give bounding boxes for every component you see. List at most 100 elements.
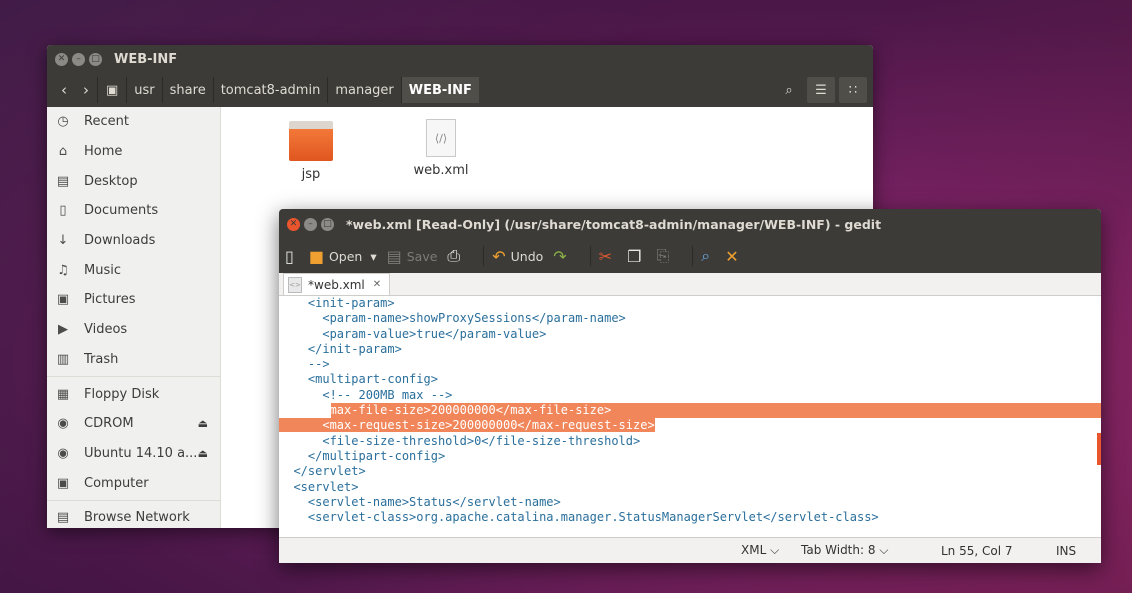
scrollbar-thumb[interactable] — [1097, 433, 1101, 465]
toolbar-separator — [483, 246, 485, 266]
selected-code-line: <max-request-size>200000000</max-request… — [279, 418, 655, 433]
sidebar-item-trash[interactable]: ▥ Trash — [47, 345, 220, 375]
save-label: Save — [406, 248, 438, 264]
sidebar-item-home[interactable]: ⌂ Home — [47, 137, 220, 167]
tab-web-xml[interactable]: <> *web.xml ✕ — [283, 273, 391, 295]
sidebar-item-floppy[interactable]: ▦ Floppy Disk — [47, 379, 220, 409]
gedit-window[interactable]: ✕ – □ *web.xml [Read-Only] (/usr/share/t… — [279, 209, 1101, 563]
tab-width-label: Tab Width: 8 — [801, 543, 876, 557]
minimize-icon[interactable]: – — [72, 52, 85, 66]
copy-icon: ❐ — [627, 246, 642, 266]
sidebar-label: Home — [84, 144, 123, 160]
code-line: <param-name>showProxySessions</param-nam… — [279, 311, 626, 326]
sidebar-label: Floppy Disk — [84, 386, 160, 402]
new-document-button[interactable]: ▯ — [285, 247, 299, 266]
forward-button[interactable]: › — [75, 77, 97, 103]
gedit-toolbar: ▯ ■ Open ▾ ▤ Save ⎙ ↶ Undo ↷ ✂ ❐ ⎘ ⌕ ✕ — [279, 239, 1101, 273]
downloads-icon: ↓ — [57, 233, 69, 249]
code-line: <file-size-threshold>0</file-size-thresh… — [279, 433, 641, 448]
sidebar-item-computer[interactable]: ▣ Computer — [47, 468, 220, 498]
sidebar-item-cdrom[interactable]: ◉ CDROM ⏏ — [47, 409, 220, 439]
documents-icon: ▯ — [59, 203, 67, 219]
eject-icon[interactable]: ⏏ — [198, 417, 208, 430]
sidebar-item-desktop[interactable]: ▤ Desktop — [47, 166, 220, 196]
breadcrumb-usr[interactable]: usr — [126, 77, 161, 103]
find-button[interactable]: ⌕ — [701, 246, 715, 266]
breadcrumb-manager[interactable]: manager — [327, 77, 400, 103]
sidebar-item-recent[interactable]: ◷ Recent — [47, 107, 220, 137]
list-view-icon[interactable]: ☰ — [807, 77, 835, 103]
root-crumb[interactable]: ▣ — [97, 77, 126, 103]
chevron-down-icon: ⌵ — [879, 543, 889, 557]
paste-button[interactable]: ⎘ — [656, 246, 674, 266]
files-titlebar[interactable]: ✕ – □ WEB-INF — [47, 45, 873, 73]
close-icon[interactable]: ✕ — [55, 52, 68, 66]
folder-icon — [289, 121, 333, 161]
undo-button[interactable]: ↶ Undo — [492, 247, 543, 266]
sidebar-label: Browse Network — [84, 510, 190, 526]
sidebar-item-videos[interactable]: ▶ Videos — [47, 315, 220, 345]
sidebar-item-pictures[interactable]: ▣ Pictures — [47, 285, 220, 315]
open-button[interactable]: ■ Open ▾ — [309, 247, 377, 266]
file-item-web-xml[interactable]: ⟨/⟩ web.xml — [401, 119, 481, 178]
code-editor[interactable]: <init-param> <param-name>showProxySessio… — [279, 296, 1101, 538]
replace-icon: ✕ — [725, 246, 739, 266]
breadcrumb-web-inf[interactable]: WEB-INF — [400, 77, 479, 103]
save-button[interactable]: ▤ Save — [387, 247, 438, 266]
sidebar-label: CDROM — [84, 416, 134, 432]
sidebar-item-ubuntu-disc[interactable]: ◉ Ubuntu 14.10 a... ⏏ — [47, 439, 220, 469]
minimize-icon[interactable]: – — [304, 217, 317, 231]
sidebar-label: Ubuntu 14.10 a... — [84, 445, 198, 461]
network-icon: ▤ — [56, 510, 70, 526]
undo-label: Undo — [510, 248, 544, 264]
clock-icon: ◷ — [57, 114, 69, 130]
places-sidebar: ◷ Recent ⌂ Home ▤ Desktop ▯ Documents ↓ Downl… — [47, 107, 221, 528]
sidebar-item-browse-network[interactable]: ▤ Browse Network — [47, 503, 220, 528]
back-button[interactable]: ‹ — [53, 77, 75, 103]
replace-button[interactable]: ✕ — [725, 247, 743, 266]
toolbar-separator — [589, 246, 591, 266]
code-line: <servlet-class>org.apache.catalina.manag… — [279, 510, 879, 525]
search-icon[interactable]: ⌕ — [775, 77, 803, 103]
close-tab-icon[interactable]: ✕ — [373, 279, 381, 290]
sidebar-divider — [47, 376, 220, 378]
files-window-title: WEB-INF — [114, 51, 178, 67]
breadcrumb-tomcat8-admin[interactable]: tomcat8-admin — [212, 77, 328, 103]
code-line: </init-param> — [279, 341, 402, 356]
code-line: <init-param> — [279, 296, 395, 310]
maximize-icon[interactable]: □ — [321, 217, 334, 231]
breadcrumb-share[interactable]: share — [161, 77, 213, 103]
file-name: jsp — [301, 167, 321, 182]
home-icon: ⌂ — [58, 144, 68, 160]
code-line: <servlet> — [279, 479, 359, 494]
music-icon: ♫ — [57, 262, 69, 278]
chevron-down-icon[interactable]: ▾ — [370, 249, 376, 264]
grid-view-icon[interactable]: ∷ — [839, 77, 867, 103]
redo-button[interactable]: ↷ — [553, 247, 571, 266]
file-name: web.xml — [413, 163, 469, 178]
sidebar-item-downloads[interactable]: ↓ Downloads — [47, 226, 220, 256]
sidebar-label: Music — [84, 262, 121, 278]
sidebar-label: Downloads — [84, 233, 156, 249]
sidebar-item-music[interactable]: ♫ Music — [47, 255, 220, 285]
path-bar: ‹ › ▣ usr share tomcat8-admin manager WE… — [47, 73, 873, 108]
floppy-icon: ▦ — [56, 386, 70, 402]
folder-item-jsp[interactable]: jsp — [271, 121, 351, 182]
gedit-titlebar[interactable]: ✕ – □ *web.xml [Read-Only] (/usr/share/t… — [279, 209, 1101, 239]
language-label: XML — [741, 543, 767, 557]
folder-open-icon: ■ — [308, 246, 324, 266]
copy-button[interactable]: ❐ — [627, 247, 646, 266]
maximize-icon[interactable]: □ — [89, 52, 102, 66]
sidebar-label: Documents — [84, 203, 159, 219]
tab-width-selector[interactable]: Tab Width: 8 ⌵ — [801, 543, 888, 558]
desktop-icon: ▤ — [56, 173, 70, 189]
print-button[interactable]: ⎙ — [447, 246, 465, 266]
videos-icon: ▶ — [58, 322, 68, 338]
language-selector[interactable]: XML ⌵ — [741, 543, 779, 558]
drive-icon: ▣ — [106, 82, 119, 98]
gedit-window-title: *web.xml [Read-Only] (/usr/share/tomcat8… — [346, 216, 882, 232]
sidebar-item-documents[interactable]: ▯ Documents — [47, 196, 220, 226]
close-icon[interactable]: ✕ — [287, 217, 300, 231]
eject-icon[interactable]: ⏏ — [198, 447, 208, 460]
cut-button[interactable]: ✂ — [599, 247, 617, 266]
